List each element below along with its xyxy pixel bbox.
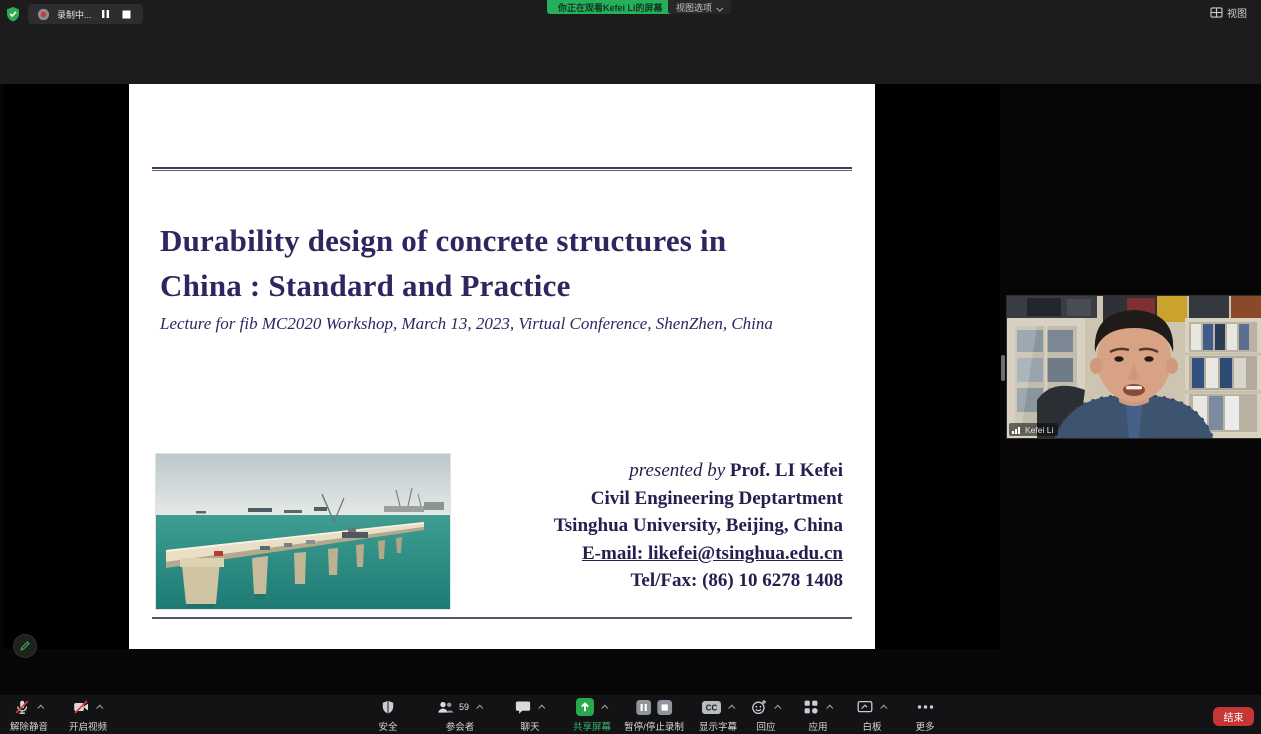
annotate-button[interactable] [13,634,37,658]
toolbar-share-screen[interactable]: 共享屏幕 [573,698,611,733]
toolbar-security[interactable]: 安全 [378,698,397,733]
slide-title-line1: Durability design of concrete structures… [160,218,850,263]
pencil-icon [19,640,31,652]
participant-name: Kefei Li [1025,425,1053,435]
toolbar-chat[interactable]: 聊天 [515,698,545,733]
layout-grid-icon [1210,7,1223,18]
record-icon [37,8,50,21]
more-label: 更多 [915,719,934,733]
toolbar-apps[interactable]: 应用 [803,698,833,733]
security-shield-icon[interactable] [5,6,21,22]
participants-count: 59 [459,702,469,712]
participant-video-thumbnail[interactable]: Kefei Li [1007,296,1261,438]
slide-title: Durability design of concrete structures… [160,218,850,308]
view-options-label: 视图选项 [676,1,712,14]
chevron-up-icon[interactable] [880,704,887,711]
reactions-smiley-icon [751,699,767,715]
slide-bottom-rule [152,617,852,619]
mic-muted-icon [14,699,30,715]
top-bar: 录制中... 你正在观看Kefei Li的屏幕 视图选项 视图 [0,0,1261,84]
slide-subtitle: Lecture for fib MC2020 Workshop, March 1… [160,314,860,334]
presented-by-line: presented by Prof. LI Kefei [554,457,843,485]
share-screen-label: 共享屏幕 [573,719,611,733]
whiteboard-icon [857,700,873,714]
view-label: 视图 [1227,5,1247,20]
presenter-university: Tsinghua University, Beijing, China [554,512,843,540]
unmute-label: 解除静音 [10,719,48,733]
toolbar-pause-stop-recording[interactable]: 暂停/停止录制 [624,698,684,733]
security-label: 安全 [378,719,397,733]
toolbar-participants[interactable]: 59 参会者 [437,698,483,733]
bridge-construction-photo [155,453,451,610]
whiteboard-label: 白板 [862,719,881,733]
presenter-department: Civil Engineering Deptartment [554,485,843,513]
presenter-email: E-mail: likefei@tsinghua.edu.cn [554,540,843,568]
presenter-telfax: Tel/Fax: (86) 10 6278 1408 [554,567,843,595]
participants-label: 参会者 [446,719,475,733]
presenter-name: Prof. LI Kefei [730,460,843,481]
video-off-icon [73,699,89,715]
reactions-label: 回应 [756,719,775,733]
stop-recording-button[interactable] [120,7,134,21]
chat-label: 聊天 [520,719,539,733]
zoom-meeting-window: 录制中... 你正在观看Kefei Li的屏幕 视图选项 视图 [0,0,1261,734]
toolbar-more[interactable]: 更多 [915,698,934,733]
shield-icon [380,699,395,715]
participants-icon [437,700,454,715]
slide-title-line2: China : Standard and Practice [160,263,850,308]
chevron-up-icon[interactable] [538,704,545,711]
chevron-up-icon[interactable] [37,704,44,711]
chat-icon [515,700,531,715]
captions-label: 显示字幕 [699,719,737,733]
toolbar-reactions[interactable]: 回应 [751,698,781,733]
chevron-down-icon [716,4,723,11]
share-screen-icon [576,698,594,716]
pause-recording-button[interactable] [99,7,113,21]
presenter-block: presented by Prof. LI Kefei Civil Engine… [554,457,843,595]
more-dots-icon [916,704,934,710]
chevron-up-icon[interactable] [476,704,483,711]
video-panel-handle[interactable] [1001,355,1005,381]
meeting-toolbar: 解除静音 开启视频 安全 [0,695,1261,734]
apps-label: 应用 [808,719,827,733]
toolbar-unmute[interactable]: 解除静音 [10,698,48,733]
pause-recording-icon[interactable] [636,700,651,715]
apps-icon [803,699,819,715]
closed-captions-icon: CC [701,701,720,714]
start-video-label: 开启视频 [69,719,107,733]
toolbar-captions[interactable]: CC 显示字幕 [699,698,737,733]
presented-by-text: presented by [629,460,730,481]
watching-screen-badge: 你正在观看Kefei Li的屏幕 [547,0,674,14]
end-meeting-button[interactable]: 结束 [1213,707,1254,726]
pause-stop-recording-label: 暂停/停止录制 [624,719,684,733]
network-signal-icon [1012,426,1022,434]
view-options-button[interactable]: 视图选项 [668,0,731,14]
shared-screen-area: Durability design of concrete structures… [4,84,1000,649]
chevron-up-icon[interactable] [601,704,608,711]
chevron-up-icon[interactable] [728,704,735,711]
slide-top-rule [152,167,852,171]
view-button[interactable]: 视图 [1210,5,1247,20]
toolbar-whiteboard[interactable]: 白板 [857,698,887,733]
presentation-slide: Durability design of concrete structures… [129,84,875,649]
stop-recording-icon[interactable] [657,700,672,715]
participant-name-label: Kefei Li [1009,423,1058,436]
svg-text:CC: CC [705,703,717,712]
recording-indicator: 录制中... [28,4,143,24]
chevron-up-icon[interactable] [96,704,103,711]
toolbar-start-video[interactable]: 开启视频 [69,698,107,733]
chevron-up-icon[interactable] [826,704,833,711]
recording-label: 录制中... [57,8,92,21]
chevron-up-icon[interactable] [774,704,781,711]
webcam-video-feed [1007,296,1261,438]
